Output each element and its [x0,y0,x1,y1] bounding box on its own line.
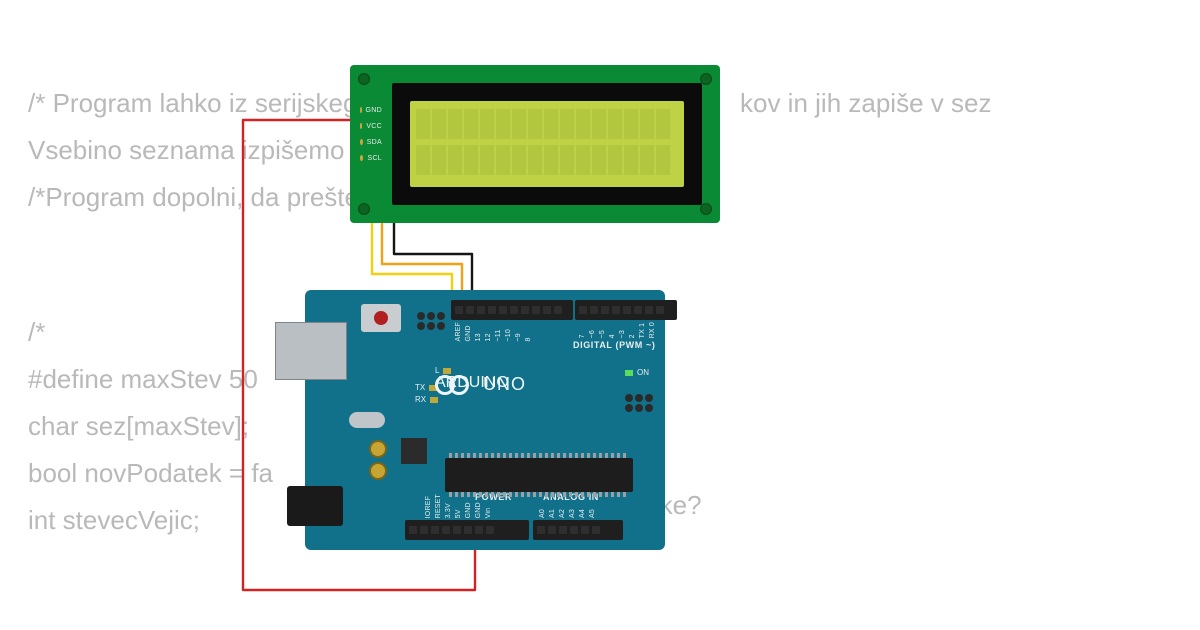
capacitor [369,462,387,480]
analog-header[interactable] [533,520,623,540]
barrel-jack[interactable] [287,486,343,526]
icsp-header-1[interactable] [417,312,445,330]
atmega-chip [445,458,633,492]
code-line: kov in jih zapiše v sez [740,80,1200,127]
lcd-bezel [392,83,702,205]
code-watermark-right: kov in jih zapiše v sez [740,80,1200,127]
smd-chip [401,438,427,464]
lcd-module[interactable]: GND VCC SDA SCL [350,65,720,223]
pin-labels-digital-left: AREFGND 1312 ~11~10 ~98 [453,322,533,341]
mount-hole [358,73,370,85]
reset-button[interactable] [361,304,401,332]
on-led: ON [625,368,649,377]
lcd-pin-gnd[interactable]: GND [360,103,382,117]
section-digital-label: DIGITAL (PWM ~) [573,340,655,350]
brand-label: ARDUINO [435,374,509,392]
digital-header-left[interactable] [451,300,573,320]
pin-labels-analog: A0A1 A2A3 A4A5 [537,509,597,518]
lcd-pin-vcc[interactable]: VCC [360,119,382,133]
lcd-pin-sda[interactable]: SDA [360,135,382,149]
lcd-pin-scl[interactable]: SCL [360,151,382,165]
power-header[interactable] [405,520,529,540]
digital-header-right[interactable] [575,300,677,320]
pin-labels-digital-right: 7~6 ~54 ~32 TX 1RX 0 [577,322,671,338]
arduino-uno-board[interactable]: AREFGND 1312 ~11~10 ~98 7~6 ~54 ~32 TX 1… [305,290,665,550]
mount-hole [700,203,712,215]
lcd-i2c-pins: GND VCC SDA SCL [360,103,382,165]
icsp-header-2[interactable] [625,394,653,412]
mount-hole [358,203,370,215]
usb-port[interactable] [275,322,347,380]
lcd-screen [410,101,684,187]
capacitor [369,440,387,458]
crystal-oscillator [349,412,385,428]
